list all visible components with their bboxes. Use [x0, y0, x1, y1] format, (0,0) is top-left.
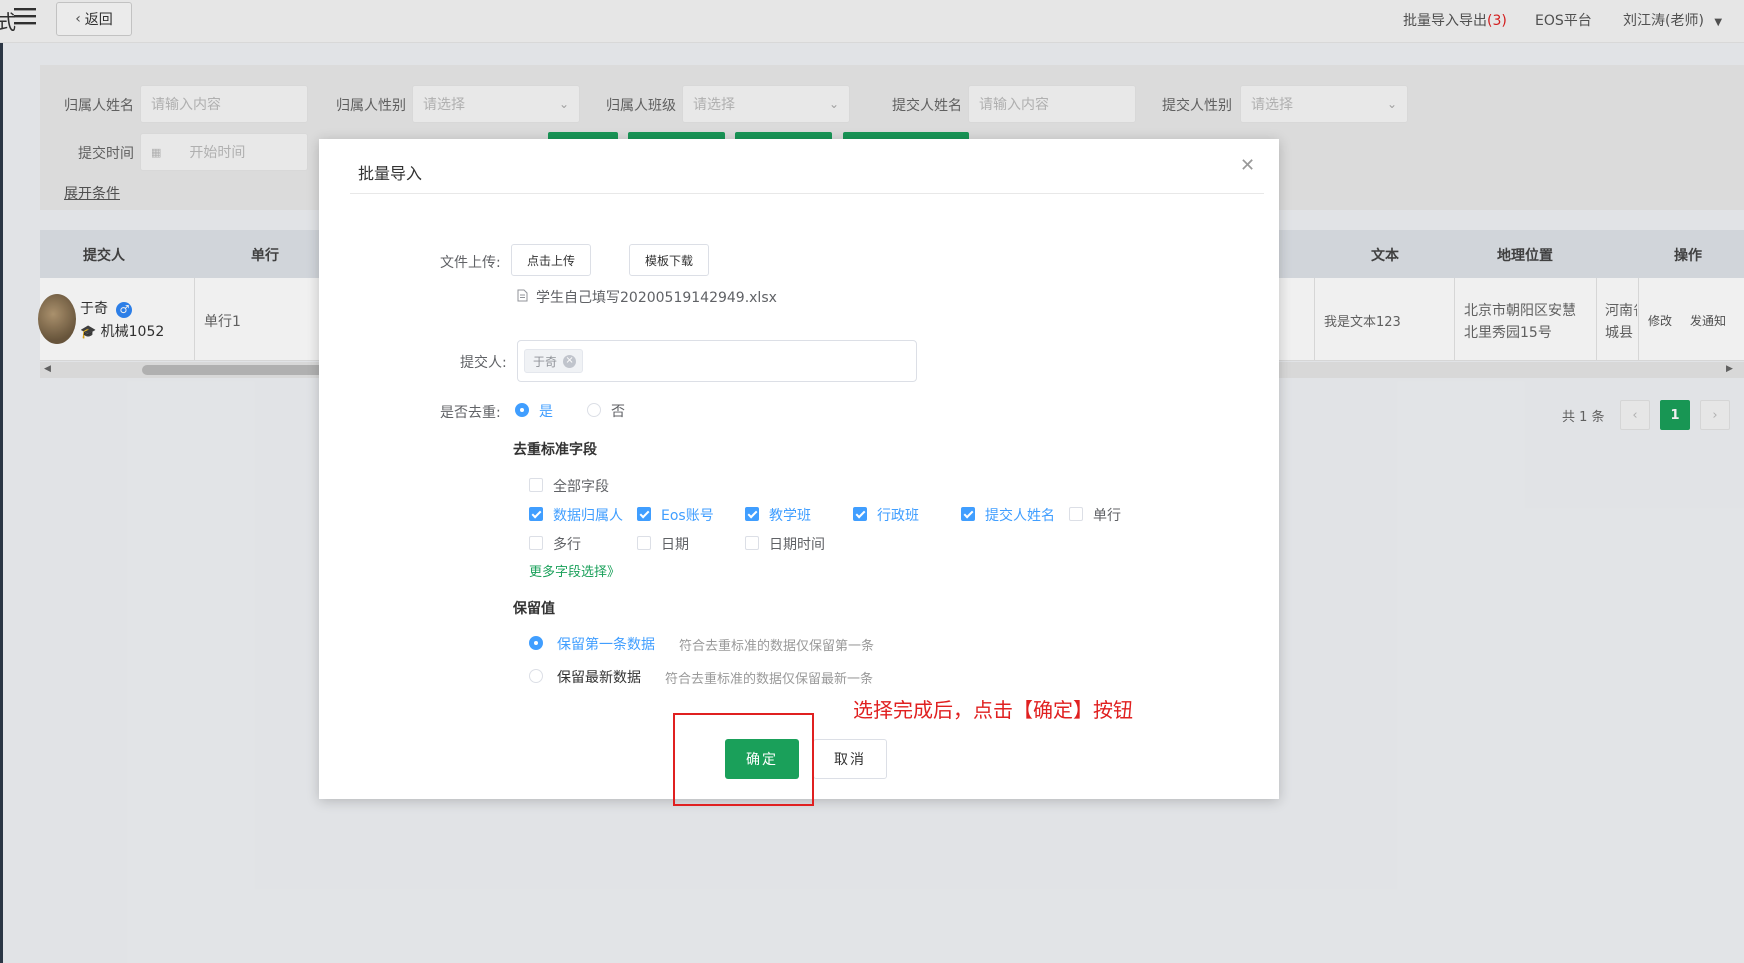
field-date-label[interactable]: 日期	[661, 534, 689, 554]
field-single-line-checkbox[interactable]	[1069, 507, 1083, 521]
tag-close-icon[interactable]: ×	[563, 354, 577, 368]
retain-latest-hint: 符合去重标准的数据仅保留最新一条	[665, 672, 874, 687]
field-admin-class-checkbox[interactable]	[853, 507, 867, 521]
cancel-button[interactable]: 取消	[813, 739, 887, 779]
uploaded-file[interactable]: 学生自己填写20200519142949.xlsx	[517, 287, 777, 307]
field-teaching-class-checkbox[interactable]	[745, 507, 759, 521]
retain-section-title: 保留值	[513, 601, 555, 617]
dedup-no-label[interactable]: 否	[611, 401, 625, 421]
retain-first-label[interactable]: 保留第一条数据	[557, 634, 655, 654]
dialog-divider	[350, 193, 1264, 194]
dedup-yes-label[interactable]: 是	[539, 401, 553, 421]
dedup-label: 是否去重:	[440, 405, 501, 421]
submitter-tag: 于奇 ×	[524, 349, 584, 373]
criteria-section-title: 去重标准字段	[513, 442, 597, 458]
field-datetime-checkbox[interactable]	[745, 536, 759, 550]
dialog-title: 批量导入	[358, 164, 423, 183]
field-date-checkbox[interactable]	[637, 536, 651, 550]
field-single-line-label[interactable]: 单行	[1093, 505, 1121, 525]
field-admin-class-label[interactable]: 行政班	[877, 505, 919, 525]
field-all-checkbox[interactable]	[529, 478, 543, 492]
template-download-button[interactable]: 模板下载	[629, 244, 709, 276]
field-multi-line-checkbox[interactable]	[529, 536, 543, 550]
dedup-yes-radio[interactable]	[515, 403, 529, 417]
field-data-owner-label[interactable]: 数据归属人	[553, 505, 623, 525]
annotation-highlight-box	[673, 713, 814, 806]
field-all-label[interactable]: 全部字段	[553, 476, 609, 496]
retain-latest-label[interactable]: 保留最新数据	[557, 667, 641, 687]
retain-first-radio[interactable]	[529, 636, 543, 650]
file-name-text: 学生自己填写20200519142949.xlsx	[536, 290, 777, 306]
upload-button[interactable]: 点击上传	[511, 244, 591, 276]
field-eos-account-checkbox[interactable]	[637, 507, 651, 521]
field-teaching-class-label[interactable]: 教学班	[769, 505, 811, 525]
batch-import-dialog	[319, 139, 1279, 799]
dedup-no-radio[interactable]	[587, 403, 601, 417]
close-icon[interactable]: ✕	[1240, 155, 1255, 176]
submitter-tag-text: 于奇	[533, 354, 558, 369]
field-multi-line-label[interactable]: 多行	[553, 534, 581, 554]
more-fields-link[interactable]: 更多字段选择》	[529, 561, 620, 580]
field-datetime-label[interactable]: 日期时间	[769, 534, 825, 554]
field-eos-account-label[interactable]: Eos账号	[661, 505, 714, 525]
retain-latest-radio[interactable]	[529, 669, 543, 683]
field-submitter-name-label[interactable]: 提交人姓名	[985, 505, 1055, 525]
annotation-text: 选择完成后，点击【确定】按钮	[853, 698, 1133, 722]
document-icon	[517, 289, 528, 306]
field-submitter-name-checkbox[interactable]	[961, 507, 975, 521]
retain-first-hint: 符合去重标准的数据仅保留第一条	[679, 639, 875, 654]
submitter-field-label: 提交人:	[460, 355, 507, 371]
file-upload-label: 文件上传:	[440, 255, 501, 271]
field-data-owner-checkbox[interactable]	[529, 507, 543, 521]
